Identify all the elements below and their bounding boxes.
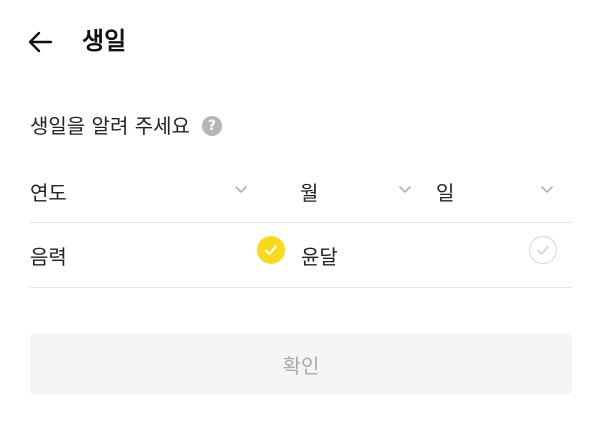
month-select-label: 월 bbox=[300, 180, 319, 205]
calendar-option-row: 음력 윤달 bbox=[30, 223, 572, 288]
leap-month-checkbox[interactable] bbox=[529, 236, 557, 264]
leap-month-label: 윤달 bbox=[301, 244, 338, 269]
question-circle-icon[interactable]: ? bbox=[201, 116, 222, 136]
month-select[interactable]: 월 bbox=[300, 160, 420, 222]
day-select[interactable]: 일 bbox=[436, 160, 572, 222]
back-button[interactable] bbox=[22, 24, 58, 60]
day-select-label: 일 bbox=[436, 180, 455, 205]
header-bar: 생일 bbox=[0, 0, 600, 84]
page-title: 생일 bbox=[82, 27, 127, 55]
birthday-prompt: 생일을 알려 주세요 ? bbox=[30, 108, 222, 144]
checkmark-icon bbox=[537, 245, 549, 255]
chevron-down-icon bbox=[235, 186, 247, 193]
chevron-down-icon bbox=[399, 186, 411, 193]
lunar-label: 음력 bbox=[30, 244, 67, 269]
confirm-button[interactable]: 확인 bbox=[30, 333, 572, 395]
prompt-text: 생일을 알려 주세요 bbox=[30, 114, 190, 138]
year-select-label: 연도 bbox=[30, 180, 67, 205]
year-select[interactable]: 연도 bbox=[30, 160, 252, 222]
arrow-left-icon bbox=[28, 31, 53, 53]
date-select-row: 연도 월 일 bbox=[30, 160, 572, 223]
checkmark-icon bbox=[264, 245, 278, 256]
chevron-down-icon bbox=[541, 186, 553, 193]
lunar-checkbox[interactable] bbox=[257, 236, 285, 264]
